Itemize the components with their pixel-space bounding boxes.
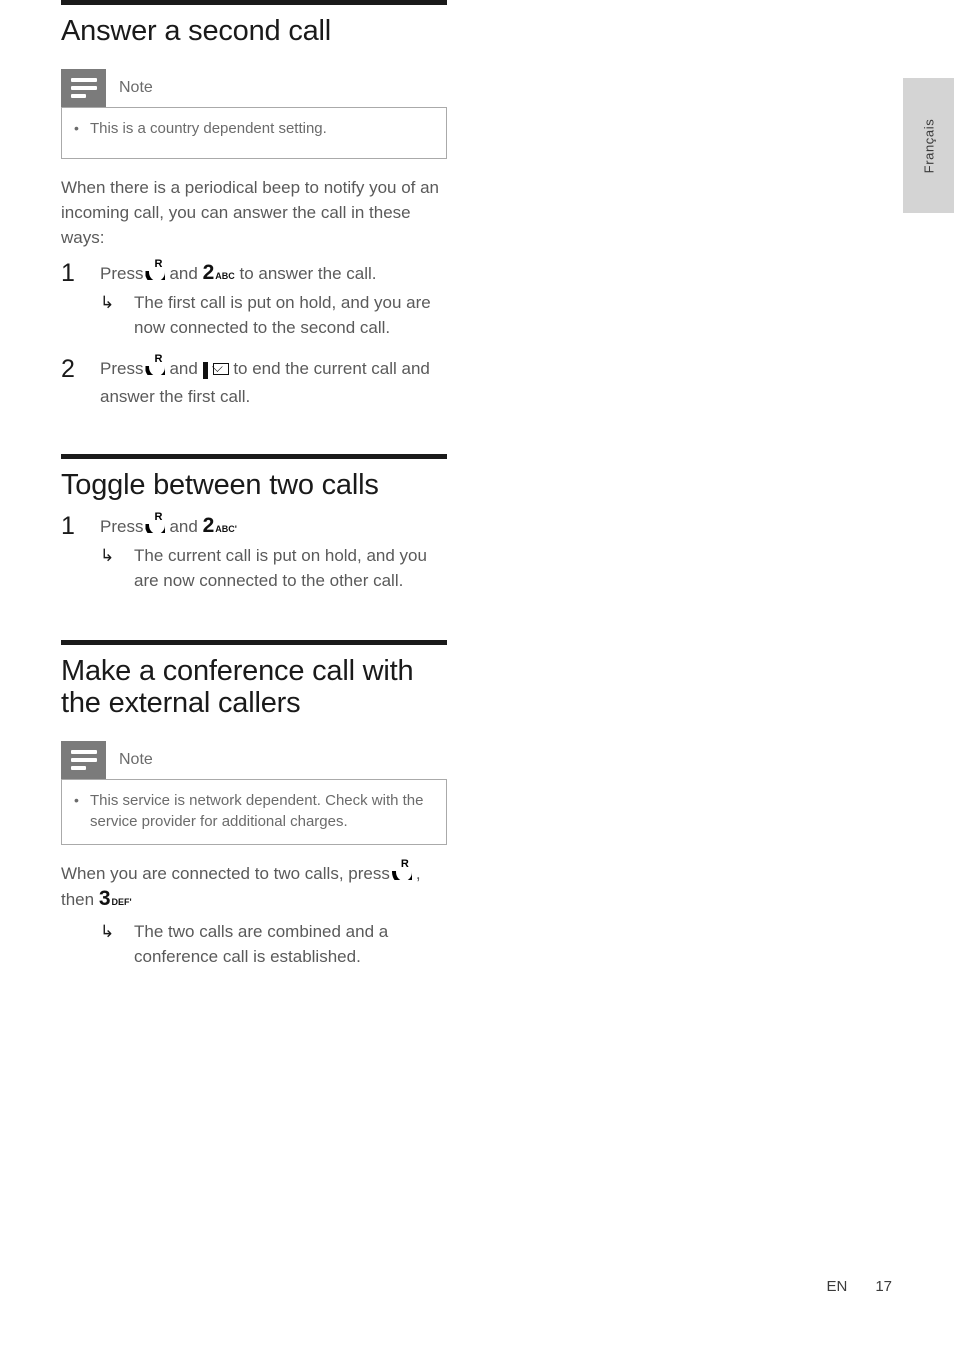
- note-box: Note • This service is network dependent…: [61, 741, 447, 845]
- result-arrow-icon: ↳: [100, 293, 115, 312]
- call-key-R-icon: R: [144, 354, 168, 378]
- step-body: Press Rand to end the current call and an…: [100, 354, 451, 410]
- note-item-text: This is a country dependent setting.: [90, 120, 327, 137]
- step-number: 2: [61, 355, 75, 383]
- footer-language-code: EN: [826, 1278, 848, 1295]
- section-conference-call: Make a conference call with the external…: [61, 640, 451, 969]
- step-body: Press Rand 2ABC to answer the call. ↳ The…: [100, 259, 451, 340]
- step-text-before: Press: [100, 517, 144, 536]
- step-text-line: Press Rand 2ABC': [100, 512, 451, 542]
- bullet-icon: •: [74, 120, 79, 136]
- step-text-after: to answer the call.: [239, 264, 377, 283]
- step-number: 1: [61, 259, 75, 287]
- section-rule: [61, 454, 447, 459]
- note-lines-icon: [61, 741, 106, 779]
- steps-list: 1 Press Rand 2ABC to answer the call. ↳ T…: [61, 259, 451, 410]
- conference-paragraph: When you are connected to two calls, pre…: [61, 859, 451, 915]
- step-number: 1: [61, 512, 75, 540]
- step-text-line: Press Rand 2ABC to answer the call.: [100, 259, 451, 289]
- note-title: Note: [119, 751, 153, 768]
- key-digit-3: 3: [98, 887, 111, 910]
- intro-paragraph: When there is a periodical beep to notif…: [61, 178, 440, 247]
- language-tab: Français: [903, 78, 954, 213]
- result-arrow-icon: ↳: [100, 546, 115, 565]
- note-header: Note: [61, 741, 447, 779]
- key-digit-2-letters: ABC: [215, 271, 235, 281]
- call-key-R-icon: R: [391, 859, 415, 883]
- step-item: 1 Press Rand 2ABC' ↳ The current call is …: [61, 512, 451, 593]
- substep-text: The two calls are combined and a confere…: [134, 922, 389, 966]
- step-text-line: Press Rand to end the current call and an…: [100, 354, 451, 410]
- key-digit-3-letters: DEF': [111, 897, 132, 907]
- substep-item: ↳ The current call is put on hold, and y…: [100, 543, 451, 593]
- substep-item: ↳ The two calls are combined and a confe…: [100, 919, 451, 969]
- bullet-icon: •: [74, 792, 79, 808]
- step-conjunction: and: [169, 517, 198, 536]
- footer-page-number: 17: [875, 1278, 892, 1295]
- note-box: Note • This is a country dependent setti…: [61, 69, 447, 159]
- section-heading-conference: Make a conference call with the external…: [61, 655, 414, 719]
- substep-item: ↳ The first call is put on hold, and you…: [100, 290, 451, 340]
- step-text-before: Press: [100, 264, 144, 283]
- step-body: Press Rand 2ABC' ↳ The current call is pu…: [100, 512, 451, 593]
- section-heading-toggle: Toggle between two calls: [61, 469, 379, 501]
- section-toggle-two-calls: Toggle between two calls 1 Press Rand 2AB…: [61, 454, 451, 593]
- key-digit-2: 2: [202, 261, 215, 284]
- key-digit-2: 2: [202, 514, 215, 537]
- note-body: • This is a country dependent setting.: [61, 107, 447, 159]
- steps-list: 1 Press Rand 2ABC' ↳ The current call is …: [61, 512, 451, 593]
- section-rule: [61, 640, 447, 645]
- step-conjunction: and: [169, 264, 198, 283]
- step-text-before: Press: [100, 359, 144, 378]
- key-digit-2-letters: ABC': [215, 524, 237, 534]
- note-body: • This service is network dependent. Che…: [61, 779, 447, 845]
- language-tab-label: Français: [921, 118, 936, 173]
- page-title: Answer a second call: [61, 15, 332, 47]
- note-lines-icon: [61, 69, 106, 107]
- note-list-item: • This is a country dependent setting.: [74, 118, 434, 139]
- substep-text: The first call is put on hold, and you a…: [134, 293, 431, 337]
- page-footer: EN 17: [0, 1278, 954, 1295]
- call-key-R-icon: R: [144, 512, 168, 536]
- note-title: Note: [119, 79, 153, 96]
- step-item: 2 Press Rand to end the current call and …: [61, 354, 451, 410]
- result-arrow-icon: ↳: [100, 922, 115, 941]
- step-conjunction: and: [169, 359, 198, 378]
- substep-text: The current call is put on hold, and you…: [134, 546, 427, 590]
- note-list-item: • This service is network dependent. Che…: [74, 790, 434, 832]
- section-rule: [61, 0, 447, 5]
- call-key-R-icon: R: [144, 259, 168, 283]
- step-item: 1 Press Rand 2ABC to answer the call. ↳ T…: [61, 259, 451, 340]
- paragraph-lead: When you are connected to two calls, pre…: [61, 864, 390, 883]
- note-item-text: This service is network dependent. Check…: [90, 792, 424, 830]
- section-answer-second-call: Answer a second call Note • This is a co…: [61, 0, 451, 410]
- end-call-envelope-key-icon: [202, 358, 229, 384]
- page-content: Answer a second call Note • This is a co…: [61, 0, 451, 969]
- note-header: Note: [61, 69, 447, 107]
